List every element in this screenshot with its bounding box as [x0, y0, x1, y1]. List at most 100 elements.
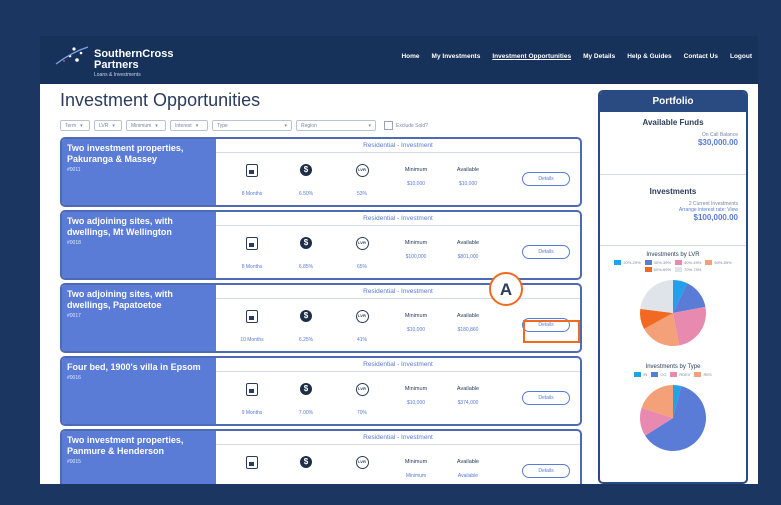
nav-my-investments[interactable]: My Investments	[432, 53, 481, 60]
lvr-chart-legend: 20%-29% 30%-39% 40%-49% 50%-59% 60%-69% 70%-7…	[600, 260, 746, 272]
calendar-icon	[246, 236, 258, 250]
card-title-panel: Two adjoining sites, with dwellings, Mt …	[62, 212, 216, 278]
minimum-value: Minimum	[405, 473, 427, 479]
available-value: Available	[457, 473, 479, 479]
available-label: Available	[456, 240, 480, 246]
legend-swatch	[670, 372, 678, 377]
card-type: Residential - Investment	[363, 142, 433, 149]
portfolio-panel: Portfolio Available Funds On Call Balanc…	[598, 90, 748, 484]
legend-item: 30%-39%	[644, 260, 671, 265]
details-button[interactable]: Details	[522, 464, 570, 478]
legend-swatch	[614, 260, 622, 265]
filter-minimum[interactable]: Minimum ▾	[126, 120, 166, 131]
lvr-gauge-icon: LVR	[355, 163, 369, 177]
available-value: $10,000	[458, 181, 478, 187]
details-button[interactable]: Details	[522, 391, 570, 405]
card-divider	[216, 225, 580, 226]
available-label: Available	[456, 386, 480, 392]
portfolio-header: Portfolio	[600, 92, 746, 112]
card-divider	[216, 444, 580, 445]
available-funds-section: Available Funds On Call Balance $30,000.…	[600, 112, 746, 175]
pie-slice	[640, 280, 673, 313]
exclude-sold-checkbox[interactable]: Exclude Sold?	[384, 121, 428, 130]
available-label: Available	[456, 167, 480, 173]
legend-item: RES	[694, 372, 712, 377]
lvr-pie-chart	[640, 280, 706, 346]
legend-swatch	[634, 372, 642, 377]
minimum-value: $10,000	[406, 327, 426, 333]
legend-swatch	[651, 372, 659, 377]
minimum-value: $10,000	[406, 181, 426, 187]
nav-logout[interactable]: Logout	[730, 53, 752, 60]
call-balance-amount: $30,000.00	[697, 138, 738, 147]
legend-label: 60%-69%	[653, 267, 671, 272]
dollar-coin-icon: $	[300, 164, 312, 176]
checkbox-box[interactable]	[384, 121, 393, 130]
nav-investment-opportunities[interactable]: Investment Opportunities	[492, 53, 571, 60]
dollar-coin-icon: $	[300, 237, 312, 249]
opportunity-card[interactable]: Two investment properties, Panmure & Hen…	[60, 429, 582, 484]
chevron-down-icon: ▾	[80, 122, 83, 129]
available-label: Available	[456, 313, 480, 319]
legend-label: CO	[660, 372, 667, 377]
brand-logo[interactable]: SouthernCross Partners Loans & Investmen…	[54, 42, 194, 80]
card-divider	[216, 152, 580, 153]
lvr-value: 70%	[356, 410, 367, 416]
card-reference: #0016	[67, 375, 81, 381]
nav-my-details[interactable]: My Details	[583, 53, 615, 60]
card-reference: #0017	[67, 313, 81, 319]
card-title: Two investment properties, Pakuranga & M…	[67, 143, 184, 164]
top-navigation: SouthernCross Partners Loans & Investmen…	[40, 36, 758, 84]
rate-value: 7.00%	[298, 410, 314, 416]
available-funds-title: Available Funds	[642, 118, 704, 127]
available-label: Available	[456, 459, 480, 465]
legend-swatch	[675, 260, 682, 265]
lvr-value: 41%	[356, 337, 367, 343]
details-button[interactable]: Details	[522, 172, 570, 186]
chevron-down-icon: ▾	[195, 122, 199, 129]
opportunity-card[interactable]: Two investment properties, Pakuranga & M…	[60, 137, 582, 207]
legend-item: 20%-29%	[614, 260, 641, 265]
minimum-label: Minimum	[404, 313, 428, 319]
filter-region[interactable]: Region ▾	[296, 120, 376, 131]
card-reference: #0011	[67, 167, 81, 173]
filter-lvr[interactable]: LVR ▾	[94, 120, 122, 131]
chevron-down-icon: ▾	[284, 122, 287, 129]
lvr-gauge-icon: LVR	[355, 236, 369, 250]
investments-total: $100,000.00	[693, 213, 739, 222]
term-value: 10 Months	[240, 337, 264, 343]
rate-value: 6.50%	[298, 191, 314, 197]
minimum-label: Minimum	[404, 167, 428, 173]
legend-label: 30%-39%	[653, 260, 671, 265]
filter-interest[interactable]: Interest ▾	[170, 120, 208, 131]
annotation-marker: A	[489, 272, 523, 306]
card-divider	[216, 371, 580, 372]
nav-links: Home My Investments Investment Opportuni…	[401, 53, 752, 60]
dollar-coin-icon: $	[300, 456, 312, 468]
lvr-gauge-icon: LVR	[355, 309, 369, 323]
term-value: 8 Months	[241, 264, 263, 270]
details-button[interactable]: Details	[522, 245, 570, 259]
nav-help-guides[interactable]: Help & Guides	[627, 53, 671, 60]
lvr-value: 53%	[356, 191, 367, 197]
card-title-panel: Two investment properties, Pakuranga & M…	[62, 139, 216, 205]
opportunity-card[interactable]: Four bed, 1900's villa in Epsom #0016 Resi…	[60, 356, 582, 426]
card-title: Two adjoining sites, with dwellings, Pap…	[67, 289, 173, 310]
opportunity-card[interactable]: Two adjoining sites, with dwellings, Mt …	[60, 210, 582, 280]
legend-label: 50%-59%	[714, 260, 732, 265]
legend-item: RDEV	[670, 372, 690, 377]
legend-item: 60%-69%	[644, 267, 671, 272]
filter-bar: Term ▾ LVR ▾ Minimum ▾ Interest ▾ Type ▾ Regi…	[60, 120, 428, 131]
legend-item: 40%-49%	[675, 260, 701, 265]
rate-value: 6.85%	[298, 264, 314, 270]
nav-contact-us[interactable]: Contact Us	[684, 53, 718, 60]
term-value: 8 Months	[241, 191, 263, 197]
nav-home[interactable]: Home	[401, 53, 419, 60]
minimum-label: Minimum	[404, 240, 428, 246]
filter-term[interactable]: Term ▾	[60, 120, 90, 131]
filter-type[interactable]: Type ▾	[212, 120, 292, 131]
type-pie-chart	[640, 385, 706, 451]
legend-item: 50%-59%	[705, 260, 732, 265]
card-title-panel: Two adjoining sites, with dwellings, Pap…	[62, 285, 216, 351]
minimum-label: Minimum	[404, 459, 428, 465]
